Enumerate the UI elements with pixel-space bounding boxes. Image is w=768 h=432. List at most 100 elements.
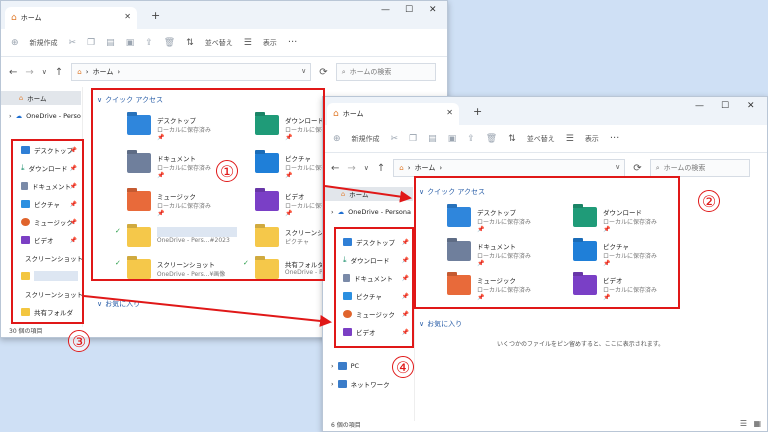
sort-button[interactable]: 並べ替え [527,134,555,144]
chevron-right-icon: › [9,112,12,120]
cut-icon[interactable]: ✂ [391,134,399,144]
cut-icon[interactable]: ✂ [69,38,77,48]
favorites-empty-message: いくつかのファイルをピン留めすると、ここに表示されます。 [497,341,665,348]
back-icon[interactable]: ← [9,67,17,78]
home-icon: ⌂ [77,68,82,76]
close-tab-icon[interactable]: ✕ [446,108,453,117]
sidebar-item-onedrive[interactable]: › ☁ OneDrive - Persona [323,205,415,219]
close-tab-icon[interactable]: ✕ [124,12,131,21]
chevron-right-icon: › [85,68,89,76]
chevron-down-icon: ∨ [419,320,425,328]
home-icon: ⌂ [19,94,24,102]
chevron-right-icon: › [407,164,411,172]
view-icon[interactable]: ☰ [244,38,252,48]
status-item-count: 6 個の項目 [331,422,361,429]
status-item-count: 30 個の項目 [9,328,43,335]
chevron-right-icon: › [439,164,443,172]
close-window-icon[interactable]: ✕ [429,5,437,15]
rename-icon[interactable]: ▣ [126,38,135,48]
home-icon: ⌂ [333,109,339,119]
pc-icon [337,362,347,370]
breadcrumb[interactable]: ホーム [415,163,436,173]
chevron-right-icon: › [331,208,334,216]
sort-button[interactable]: 並べ替え [205,38,233,48]
tab-home[interactable]: ⌂ ホーム ✕ [5,7,137,29]
delete-icon[interactable]: 🗑 [486,134,497,144]
breadcrumb[interactable]: ホーム [93,67,114,77]
sidebar-item-home[interactable]: ⌂ ホーム [323,187,413,201]
search-placeholder: ホームの検索 [349,68,392,76]
chevron-right-icon: › [331,380,334,388]
address-bar[interactable]: ⌂ › ホーム › ∨ [393,159,626,177]
chevron-right-icon: › [117,68,121,76]
forward-icon[interactable]: → [347,163,355,174]
chevron-down-icon[interactable]: ∨ [615,163,620,171]
annotation-box-2 [414,176,680,309]
view-button[interactable]: 表示 [585,134,599,144]
share-icon[interactable]: ⇪ [467,134,475,144]
minimize-icon[interactable]: — [695,101,704,111]
search-icon: ⌕ [655,163,660,172]
favorites-header[interactable]: ∨ お気に入り [419,319,462,329]
sidebar-item-home[interactable]: ⌂ ホーム [1,91,81,105]
copy-icon[interactable]: ❐ [87,38,95,48]
maximize-icon[interactable]: ☐ [721,101,729,111]
chevron-down-icon[interactable]: ∨ [301,67,306,75]
up-icon[interactable]: ↑ [377,163,385,174]
sort-icon[interactable]: ⇅ [508,134,516,144]
copy-icon[interactable]: ❐ [409,134,417,144]
home-icon: ⌂ [341,190,346,198]
forward-icon[interactable]: → [25,67,33,78]
home-icon: ⌂ [11,13,17,23]
rename-icon[interactable]: ▣ [448,134,457,144]
cloud-icon: ☁ [15,112,23,120]
delete-icon[interactable]: 🗑 [164,38,175,48]
refresh-icon[interactable]: ⟳ [319,67,327,78]
new-button[interactable]: 新規作成 [30,38,58,48]
annotation-label-4: ④ [392,356,414,378]
sort-icon[interactable]: ⇅ [186,38,194,48]
new-button[interactable]: 新規作成 [352,134,380,144]
search-input[interactable]: ⌕ ホームの検索 [335,63,436,81]
annotation-label-2: ② [698,190,720,212]
tab-title: ホーム [20,14,42,22]
recent-icon[interactable]: ∨ [364,164,369,172]
view-button[interactable]: 表示 [263,38,277,48]
refresh-icon[interactable]: ⟳ [633,163,641,174]
maximize-icon[interactable]: ☐ [405,5,413,15]
address-bar[interactable]: ⌂ › ホーム › ∨ [71,63,312,81]
more-icon[interactable]: ··· [288,37,298,48]
annotation-box-3 [11,139,84,324]
more-icon[interactable]: ··· [610,133,620,144]
command-bar: ⊕ 新規作成 ✂ ❐ ▤ ▣ ⇪ 🗑 ⇅ 並べ替え ☰ 表示 ··· [323,125,767,153]
cloud-icon: ☁ [337,208,345,216]
new-icon[interactable]: ⊕ [333,134,341,144]
annotation-box-1 [91,88,325,281]
sidebar-item-network[interactable]: › ネットワーク [323,377,413,391]
view-icon[interactable]: ☰ [566,134,574,144]
details-view-icon[interactable]: ☰ [740,419,747,428]
command-bar: ⊕ 新規作成 ✂ ❐ ▤ ▣ ⇪ 🗑 ⇅ 並べ替え ☰ 表示 ··· [1,29,447,57]
home-icon: ⌂ [399,164,404,172]
new-icon[interactable]: ⊕ [11,38,19,48]
share-icon[interactable]: ⇪ [145,38,153,48]
chevron-right-icon: › [331,362,334,370]
search-input[interactable]: ⌕ ホームの検索 [649,159,750,177]
back-icon[interactable]: ← [331,163,339,174]
tab-home[interactable]: ⌂ ホーム ✕ [327,103,459,125]
close-window-icon[interactable]: ✕ [747,101,755,111]
chevron-down-icon: ∨ [97,300,103,308]
up-icon[interactable]: ↑ [55,67,63,78]
recent-icon[interactable]: ∨ [42,68,47,76]
search-placeholder: ホームの検索 [663,164,706,172]
annotation-box-4 [334,227,414,348]
new-tab-button[interactable]: + [151,9,160,22]
paste-icon[interactable]: ▤ [106,38,115,48]
favorites-header[interactable]: ∨ お気に入り [97,299,140,309]
tab-bar: ⌂ ホーム ✕ + — ☐ ✕ [1,1,447,29]
tiles-view-icon[interactable]: ▦ [753,419,761,428]
sidebar-item-onedrive[interactable]: › ☁ OneDrive - Perso [1,109,83,123]
minimize-icon[interactable]: — [381,5,390,15]
new-tab-button[interactable]: + [473,105,482,118]
paste-icon[interactable]: ▤ [428,134,437,144]
